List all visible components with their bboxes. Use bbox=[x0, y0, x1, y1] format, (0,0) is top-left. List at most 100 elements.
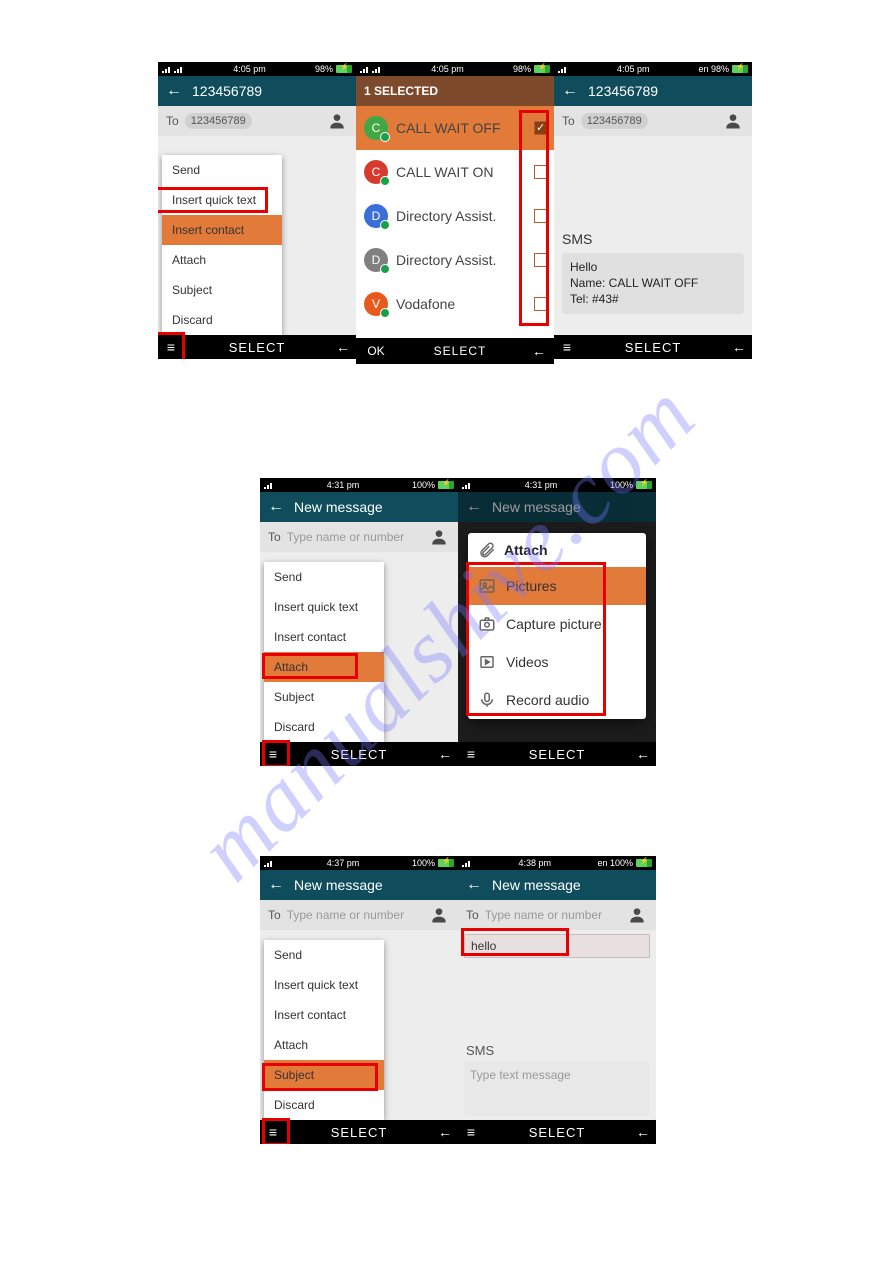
to-label: To bbox=[466, 908, 479, 922]
battery-icon bbox=[636, 481, 652, 489]
soft-ok[interactable]: OK bbox=[356, 344, 396, 358]
screenshot-row3-b: 4:38 pm en 100% ← New message To Type na… bbox=[458, 856, 656, 1144]
message-input[interactable]: Type text message bbox=[464, 1062, 650, 1116]
to-label: To bbox=[166, 114, 179, 128]
back-icon[interactable]: ← bbox=[466, 876, 482, 894]
contact-avatar: D bbox=[364, 248, 388, 272]
menu-item-insert-contact[interactable]: Insert contact bbox=[162, 215, 282, 245]
message-body: hello SMS Type text message bbox=[458, 930, 656, 1120]
menu-icon[interactable]: ≡ bbox=[458, 746, 484, 762]
soft-back-icon[interactable]: ← bbox=[524, 343, 554, 359]
back-icon[interactable]: ← bbox=[268, 876, 284, 894]
menu-item-discard[interactable]: Discard bbox=[264, 712, 384, 742]
back-icon: ← bbox=[466, 498, 482, 516]
to-bar: To Type name or number bbox=[458, 900, 656, 930]
sms-line: Tel: #43# bbox=[570, 291, 736, 307]
contact-icon[interactable] bbox=[326, 110, 348, 132]
status-bar: 4:05 pm 98% bbox=[356, 62, 554, 76]
header-title: New message bbox=[492, 877, 581, 893]
soft-back-icon[interactable]: ← bbox=[432, 1124, 458, 1140]
menu-icon[interactable]: ≡ bbox=[554, 339, 580, 355]
signal-icon bbox=[558, 66, 568, 73]
soft-select[interactable]: SELECT bbox=[484, 747, 630, 762]
soft-select[interactable]: SELECT bbox=[580, 340, 726, 355]
recipient-chip[interactable]: 123456789 bbox=[581, 113, 648, 129]
menu-item-insert-quick-text[interactable]: Insert quick text bbox=[264, 970, 384, 1000]
soft-select[interactable]: SELECT bbox=[286, 747, 432, 762]
menu-item-attach[interactable]: Attach bbox=[162, 245, 282, 275]
status-battery-pct: en 100% bbox=[597, 858, 633, 868]
contact-name: CALL WAIT ON bbox=[396, 164, 526, 180]
header-title: New message bbox=[294, 877, 383, 893]
status-time: 4:37 pm bbox=[327, 858, 360, 868]
highlight bbox=[158, 332, 185, 359]
soft-back-icon[interactable]: ← bbox=[330, 339, 356, 355]
to-input[interactable]: Type name or number bbox=[485, 908, 620, 922]
highlight bbox=[262, 740, 290, 766]
contact-icon[interactable] bbox=[428, 904, 450, 926]
menu-item-send[interactable]: Send bbox=[264, 562, 384, 592]
signal-icon bbox=[174, 66, 184, 73]
menu-item-insert-contact[interactable]: Insert contact bbox=[264, 1000, 384, 1030]
soft-select[interactable]: SELECT bbox=[184, 340, 330, 355]
soft-select[interactable]: SELECT bbox=[396, 344, 524, 358]
status-time: 4:38 pm bbox=[518, 858, 551, 868]
sms-bubble: Hello Name: CALL WAIT OFF Tel: #43# bbox=[562, 253, 744, 314]
menu-icon[interactable]: ≡ bbox=[458, 1124, 484, 1140]
soft-select[interactable]: SELECT bbox=[484, 1125, 630, 1140]
soft-back-icon[interactable]: ← bbox=[726, 339, 752, 355]
softkey-bar: ≡ SELECT ← bbox=[458, 742, 656, 766]
soft-back-icon[interactable]: ← bbox=[432, 746, 458, 762]
app-header: ← 123456789 bbox=[554, 76, 752, 106]
soft-back-icon[interactable]: ← bbox=[630, 746, 656, 762]
back-icon[interactable]: ← bbox=[268, 498, 284, 516]
softkey-bar: ≡ SELECT ← bbox=[554, 335, 752, 359]
screenshot-row1-a: 4:05 pm 98% ← 123456789 To 123456789 bbox=[158, 62, 356, 359]
selection-count: 1 SELECTED bbox=[364, 84, 438, 98]
to-label: To bbox=[268, 530, 281, 544]
status-time: 4:31 pm bbox=[327, 480, 360, 490]
contact-icon[interactable] bbox=[428, 526, 450, 548]
to-label: To bbox=[268, 908, 281, 922]
menu-item-send[interactable]: Send bbox=[162, 155, 282, 185]
highlight bbox=[158, 187, 268, 213]
menu-item-attach[interactable]: Attach bbox=[264, 1030, 384, 1060]
paperclip-icon bbox=[478, 541, 496, 559]
screenshot-row3-a: 4:37 pm 100% ← New message To Type name … bbox=[260, 856, 458, 1144]
soft-select[interactable]: SELECT bbox=[286, 1125, 432, 1140]
status-battery-pct: en 98% bbox=[698, 64, 729, 74]
menu-item-send[interactable]: Send bbox=[264, 940, 384, 970]
contact-icon[interactable] bbox=[626, 904, 648, 926]
highlight bbox=[262, 1063, 378, 1091]
to-input[interactable]: Type name or number bbox=[287, 908, 422, 922]
status-time: 4:05 pm bbox=[431, 64, 464, 74]
battery-icon bbox=[438, 859, 454, 867]
softkey-bar: ≡ SELECT ← bbox=[158, 335, 356, 359]
menu-item-insert-quick-text[interactable]: Insert quick text bbox=[264, 592, 384, 622]
soft-back-icon[interactable]: ← bbox=[630, 1124, 656, 1140]
header-title: 123456789 bbox=[192, 83, 262, 99]
status-battery-pct: 100% bbox=[412, 858, 435, 868]
menu-item-subject[interactable]: Subject bbox=[162, 275, 282, 305]
status-bar: 4:31 pm 100% bbox=[458, 478, 656, 492]
contact-avatar: C bbox=[364, 160, 388, 184]
battery-icon bbox=[534, 65, 550, 73]
contact-avatar: D bbox=[364, 204, 388, 228]
back-icon[interactable]: ← bbox=[562, 82, 578, 100]
menu-item-insert-contact[interactable]: Insert contact bbox=[264, 622, 384, 652]
to-input[interactable]: Type name or number bbox=[287, 530, 422, 544]
to-bar: To Type name or number bbox=[260, 522, 458, 552]
recipient-chip[interactable]: 123456789 bbox=[185, 113, 252, 129]
menu-item-subject[interactable]: Subject bbox=[264, 682, 384, 712]
status-battery-pct: 98% bbox=[315, 64, 333, 74]
highlight bbox=[262, 653, 358, 679]
contact-icon[interactable] bbox=[722, 110, 744, 132]
sms-label: SMS bbox=[554, 221, 752, 251]
app-header: ← New message bbox=[458, 492, 656, 522]
menu-item-discard[interactable]: Discard bbox=[264, 1090, 384, 1120]
highlight bbox=[262, 1118, 290, 1144]
menu-item-discard[interactable]: Discard bbox=[162, 305, 282, 335]
options-menu: Send Insert quick text Insert contact At… bbox=[264, 562, 384, 742]
app-header: ← New message bbox=[260, 870, 458, 900]
back-icon[interactable]: ← bbox=[166, 82, 182, 100]
